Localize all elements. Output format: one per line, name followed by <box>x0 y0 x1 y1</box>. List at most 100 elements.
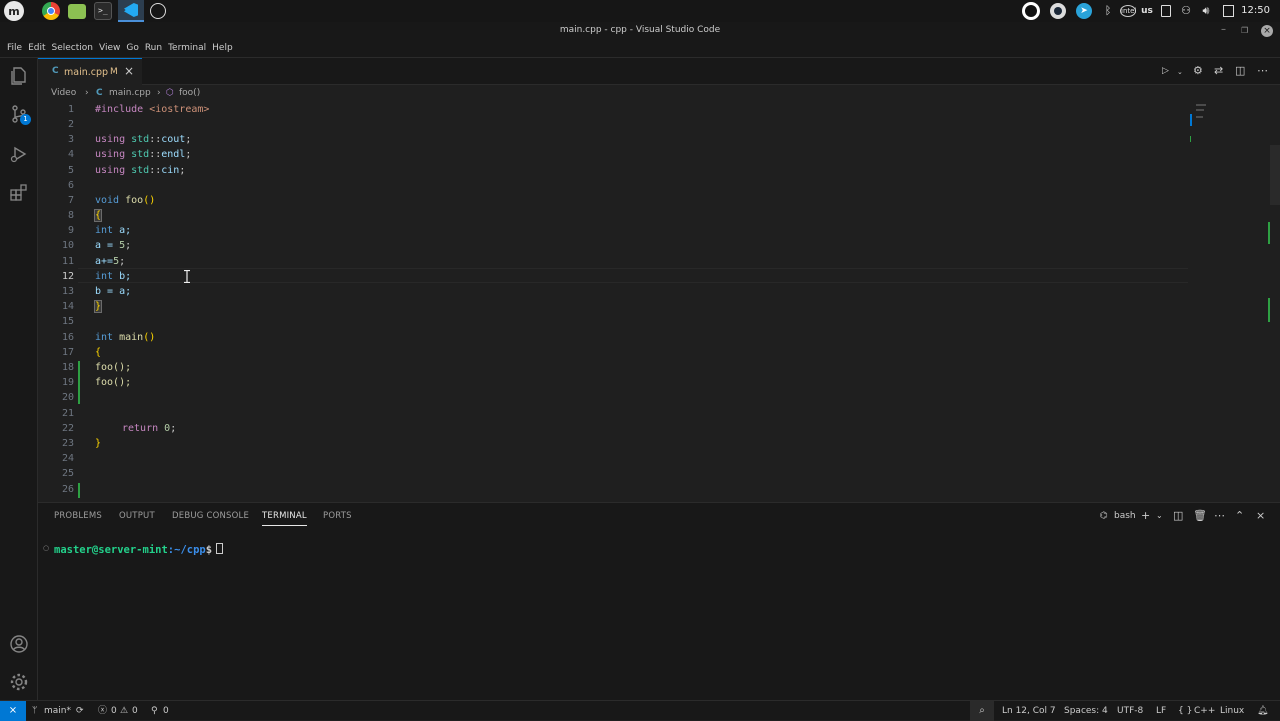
terminal-dropdown-chevron-icon[interactable]: ⌄ <box>1156 511 1163 520</box>
explorer-icon[interactable] <box>9 66 29 86</box>
menu-file[interactable]: File <box>4 41 25 55</box>
breadcrumb-folder[interactable]: Video <box>51 88 76 98</box>
line-number: 25 <box>61 468 74 479</box>
system-taskbar: m >_ ➤ ᛒ intel us ⚇ 🔊︎ 12:50 <box>0 0 1280 22</box>
ports-count[interactable]: 0 <box>163 705 169 717</box>
ports-icon[interactable]: ⚲ <box>151 705 158 717</box>
minimize-icon[interactable]: – <box>1221 24 1226 35</box>
menu-bar: File Edit Selection View Go Run Terminal… <box>4 41 236 55</box>
code-line: using std::cin; <box>95 165 186 176</box>
clock[interactable]: 12:50 <box>1241 3 1270 19</box>
activity-bar: 1 <box>0 58 38 700</box>
manage-gear-icon[interactable] <box>9 672 29 692</box>
breadcrumb-symbol[interactable]: foo() <box>179 88 200 98</box>
accounts-icon[interactable] <box>9 634 29 654</box>
maximize-panel-chevron-up-icon[interactable]: ⌃ <box>1235 509 1244 522</box>
minimap[interactable] <box>1190 102 1214 142</box>
keyboard-layout-indicator[interactable]: us <box>1136 3 1158 19</box>
breadcrumb-separator-icon: › <box>85 88 89 98</box>
line-number: 12 <box>61 271 74 282</box>
chrome-icon[interactable] <box>42 2 60 20</box>
code-line: foo(); <box>95 377 132 388</box>
tab-output[interactable]: OUTPUT <box>119 511 155 521</box>
code-line: a = 5; <box>95 240 132 251</box>
tab-problems[interactable]: PROBLEMS <box>54 511 102 521</box>
more-actions-icon[interactable]: ⋯ <box>1257 64 1268 77</box>
errors-icon[interactable]: ⓧ <box>98 705 107 717</box>
breadcrumb-file[interactable]: main.cpp <box>109 88 151 98</box>
menu-selection[interactable]: Selection <box>49 41 96 55</box>
source-control-icon[interactable]: 1 <box>9 104 31 125</box>
run-dropdown-chevron-icon[interactable]: ⌄ <box>1177 68 1183 76</box>
terminal-prompt[interactable]: master@server-mint:~/cpp$ <box>54 543 224 556</box>
line-number: 23 <box>61 438 74 449</box>
sync-icon[interactable]: ⟳ <box>76 705 84 717</box>
menu-terminal[interactable]: Terminal <box>165 41 209 55</box>
close-tab-icon[interactable]: × <box>124 64 134 78</box>
new-terminal-icon[interactable]: + <box>1141 509 1150 522</box>
line-number: 10 <box>61 240 74 251</box>
restore-icon[interactable]: ❐ <box>1241 26 1248 35</box>
run-debug-icon[interactable] <box>9 144 29 164</box>
calendar-icon[interactable] <box>1220 3 1236 19</box>
line-number: 2 <box>67 119 74 130</box>
cursor-position[interactable]: Ln 12, Col 7 <box>1002 705 1056 717</box>
obs-tray-icon[interactable] <box>1022 2 1040 20</box>
encoding[interactable]: UTF-8 <box>1117 705 1143 717</box>
kill-terminal-trash-icon[interactable]: 🗑︎ <box>1193 509 1207 522</box>
steam-tray-icon[interactable] <box>1050 3 1066 19</box>
run-file-icon[interactable]: ▷ <box>1162 66 1169 76</box>
network-icon[interactable]: ⚇ <box>1178 3 1194 19</box>
tab-main-cpp[interactable]: C main.cpp M × <box>38 58 142 85</box>
code-editor[interactable]: 1 2 3 4 5 6 7 8 9 10 11 12 13 14 15 16 1… <box>38 102 1270 500</box>
language-mode[interactable]: C++ <box>1194 705 1215 717</box>
end-of-line[interactable]: LF <box>1156 705 1166 717</box>
code-line: b = a; <box>95 286 132 297</box>
tab-ports[interactable]: PORTS <box>323 511 352 521</box>
mint-menu-icon[interactable]: m <box>4 1 24 21</box>
volume-icon[interactable]: 🔊︎ <box>1198 3 1214 19</box>
extensions-icon[interactable] <box>9 182 29 202</box>
tab-debug-console[interactable]: DEBUG CONSOLE <box>172 511 249 521</box>
menu-edit[interactable]: Edit <box>25 41 48 55</box>
notifications-bell-icon[interactable]: 🔔︎ <box>1257 705 1268 717</box>
os-indicator[interactable]: Linux <box>1220 705 1244 717</box>
menu-run[interactable]: Run <box>142 41 165 55</box>
code-line: using std::endl; <box>95 149 192 160</box>
timer-app-icon[interactable] <box>150 3 166 19</box>
telegram-tray-icon[interactable]: ➤ <box>1076 3 1092 19</box>
menu-help[interactable]: Help <box>209 41 236 55</box>
code-line: } <box>95 438 102 449</box>
bottom-panel: PROBLEMS OUTPUT DEBUG CONSOLE TERMINAL P… <box>38 502 1280 700</box>
code-line: { <box>93 209 103 222</box>
indentation[interactable]: Spaces: 4 <box>1064 705 1108 717</box>
close-panel-icon[interactable]: × <box>1256 509 1265 522</box>
warnings-count[interactable]: 0 <box>132 705 138 717</box>
current-line-highlight <box>78 268 1188 283</box>
terminal-shell-name[interactable]: bash <box>1114 511 1136 521</box>
panel-more-actions-icon[interactable]: ⋯ <box>1214 509 1225 522</box>
line-number: 6 <box>67 180 74 191</box>
close-window-icon[interactable]: × <box>1261 25 1273 37</box>
split-terminal-icon[interactable]: ◫ <box>1173 509 1183 522</box>
intel-tray-icon[interactable]: intel <box>1120 5 1136 17</box>
clipboard-icon[interactable] <box>1158 3 1174 19</box>
errors-count[interactable]: 0 <box>111 705 117 717</box>
zoom-indicator[interactable]: ⌕ <box>970 701 994 721</box>
settings-gear-icon[interactable]: ⚙ <box>1193 64 1203 77</box>
menu-view[interactable]: View <box>96 41 123 55</box>
bluetooth-icon[interactable]: ᛒ <box>1100 3 1116 19</box>
warnings-icon[interactable]: ⚠ <box>120 705 128 717</box>
overview-ruler-marker <box>1268 222 1270 244</box>
breadcrumb-cpp-icon: C <box>96 88 103 98</box>
branch-name[interactable]: main* <box>44 705 71 717</box>
open-changes-icon[interactable]: ⇄ <box>1214 64 1223 77</box>
split-editor-icon[interactable]: ◫ <box>1235 64 1245 77</box>
vscode-taskbar-icon[interactable] <box>118 0 144 22</box>
terminal-app-icon[interactable]: >_ <box>94 2 112 20</box>
menu-go[interactable]: Go <box>123 41 141 55</box>
remote-indicator-icon[interactable]: ⨯ <box>0 701 26 721</box>
editor-scrollbar[interactable] <box>1270 145 1280 205</box>
tab-terminal[interactable]: TERMINAL <box>262 511 307 526</box>
files-folder-icon[interactable] <box>68 4 86 19</box>
